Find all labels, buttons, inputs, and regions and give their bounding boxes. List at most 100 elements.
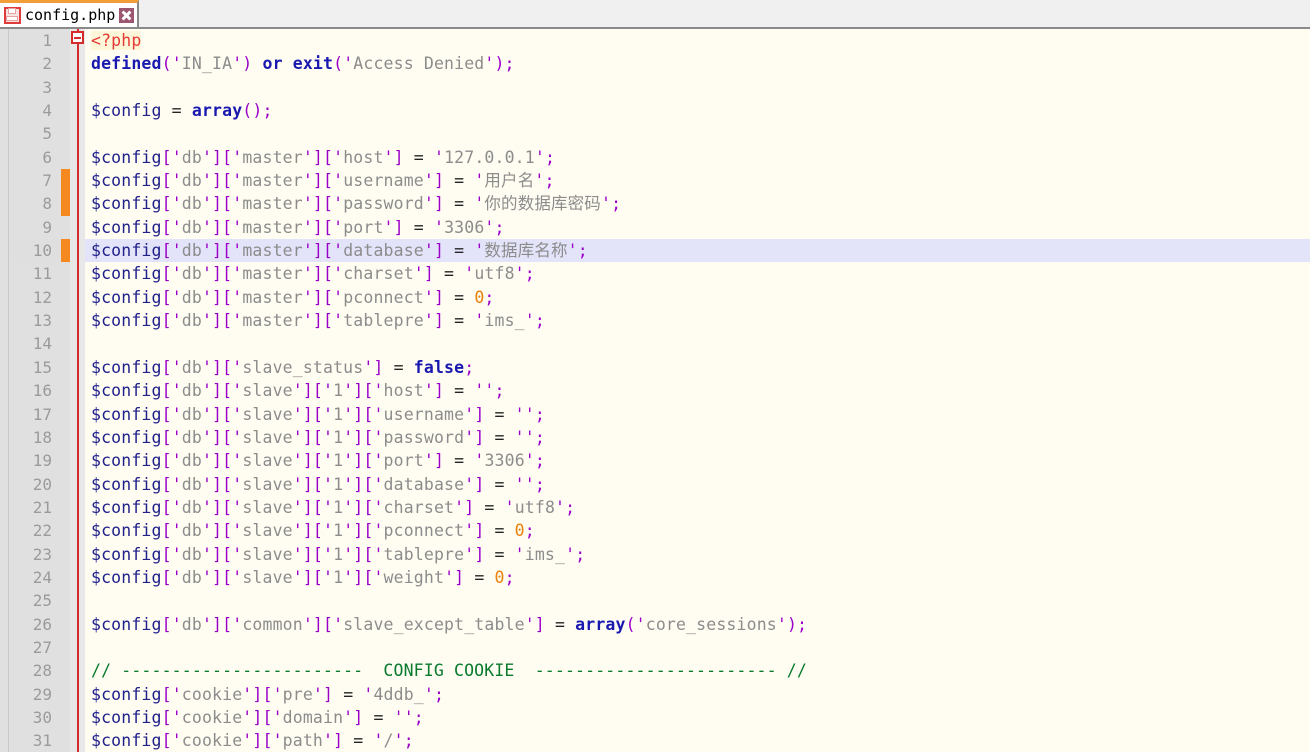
code-line[interactable]: 26 $config['db']['common']['slave_except_…: [0, 612, 1310, 636]
code-line[interactable]: 9 $config['db']['master']['port'] = '3306…: [0, 215, 1310, 240]
code-fold-gutter[interactable]: [70, 75, 85, 100]
code-text[interactable]: $config['cookie']['pre'] = '4ddb_';: [85, 683, 1310, 706]
code-fold-gutter[interactable]: [70, 332, 85, 356]
code-fold-gutter[interactable]: [70, 309, 85, 333]
code-text[interactable]: $config['db']['slave']['1']['weight'] = …: [85, 566, 1310, 589]
code-fold-gutter[interactable]: [70, 472, 85, 496]
code-text[interactable]: $config['db']['slave']['1']['host'] = ''…: [85, 379, 1310, 402]
code-fold-gutter[interactable]: [70, 519, 85, 543]
bookmark-gutter[interactable]: [0, 29, 9, 53]
code-fold-gutter[interactable]: [70, 192, 85, 216]
code-fold-gutter[interactable]: [70, 169, 85, 193]
code-fold-gutter[interactable]: [70, 285, 85, 310]
code-text[interactable]: $config['cookie']['domain'] = '';: [85, 706, 1310, 729]
bookmark-gutter[interactable]: [0, 542, 9, 566]
code-fold-gutter[interactable]: [70, 402, 85, 426]
bookmark-gutter[interactable]: [0, 355, 9, 380]
bookmark-gutter[interactable]: [0, 402, 9, 426]
code-fold-gutter[interactable]: [70, 239, 85, 263]
code-line[interactable]: 6 $config['db']['master']['host'] = '127.…: [0, 145, 1310, 170]
code-fold-gutter[interactable]: [70, 705, 85, 730]
code-text[interactable]: $config['db']['master']['port'] = '3306'…: [85, 216, 1310, 239]
code-line[interactable]: 14: [0, 332, 1310, 356]
code-line[interactable]: 16 $config['db']['slave']['1']['host'] = …: [0, 379, 1310, 403]
bookmark-gutter[interactable]: [0, 565, 9, 590]
code-fold-gutter[interactable]: [70, 729, 85, 752]
code-text[interactable]: $config['db']['master']['database'] = '数…: [85, 239, 1310, 263]
bookmark-gutter[interactable]: [0, 635, 9, 660]
code-text[interactable]: [85, 122, 1310, 145]
bookmark-gutter[interactable]: [0, 659, 9, 683]
code-line[interactable]: 17 $config['db']['slave']['1']['username'…: [0, 402, 1310, 426]
bookmark-gutter[interactable]: [0, 425, 9, 450]
code-fold-gutter[interactable]: [70, 262, 85, 286]
code-fold-gutter[interactable]: [70, 52, 85, 76]
code-line[interactable]: 5: [0, 122, 1310, 146]
code-line[interactable]: 15 $config['db']['slave_status'] = false;: [0, 355, 1310, 380]
bookmark-gutter[interactable]: [0, 52, 9, 76]
code-fold-gutter[interactable]: [70, 425, 85, 450]
code-line[interactable]: 11 $config['db']['master']['charset'] = '…: [0, 262, 1310, 286]
code-fold-gutter[interactable]: [70, 99, 85, 123]
code-text[interactable]: $config['db']['slave']['1']['pconnect'] …: [85, 519, 1310, 542]
code-text[interactable]: $config['db']['master']['username'] = '用…: [85, 169, 1310, 192]
bookmark-gutter[interactable]: [0, 215, 9, 240]
code-fold-gutter[interactable]: [70, 612, 85, 636]
code-line[interactable]: 21 $config['db']['slave']['1']['charset']…: [0, 495, 1310, 520]
bookmark-gutter[interactable]: [0, 239, 9, 263]
code-fold-gutter[interactable]: [70, 589, 85, 613]
code-line[interactable]: 29 $config['cookie']['pre'] = '4ddb_';: [0, 682, 1310, 706]
code-text[interactable]: $config = array();: [85, 99, 1310, 122]
bookmark-gutter[interactable]: [0, 122, 9, 146]
code-text[interactable]: $config['db']['slave_status'] = false;: [85, 356, 1310, 379]
code-editor[interactable]: 1 <?php 2 defined('IN_IA') or exit('Access …: [0, 29, 1310, 752]
bookmark-gutter[interactable]: [0, 589, 9, 613]
code-text[interactable]: $config['db']['slave']['1']['charset'] =…: [85, 496, 1310, 519]
code-text[interactable]: $config['db']['slave']['1']['database'] …: [85, 473, 1310, 496]
bookmark-gutter[interactable]: [0, 309, 9, 333]
bookmark-gutter[interactable]: [0, 519, 9, 543]
bookmark-gutter[interactable]: [0, 612, 9, 636]
code-line[interactable]: 19 $config['db']['slave']['1']['port'] = …: [0, 449, 1310, 473]
code-line[interactable]: 22 $config['db']['slave']['1']['pconnect'…: [0, 519, 1310, 543]
code-text[interactable]: $config['db']['master']['host'] = '127.0…: [85, 146, 1310, 169]
bookmark-gutter[interactable]: [0, 379, 9, 403]
code-text[interactable]: <?php: [85, 29, 1310, 52]
bookmark-gutter[interactable]: [0, 705, 9, 730]
code-text[interactable]: $config['db']['master']['charset'] = 'ut…: [85, 262, 1310, 285]
code-line[interactable]: 20 $config['db']['slave']['1']['database'…: [0, 472, 1310, 496]
bookmark-gutter[interactable]: [0, 145, 9, 170]
code-fold-gutter[interactable]: [70, 215, 85, 240]
code-line[interactable]: 27: [0, 635, 1310, 660]
code-text[interactable]: $config['db']['master']['password'] = '你…: [85, 192, 1310, 215]
code-fold-gutter[interactable]: [70, 542, 85, 566]
bookmark-gutter[interactable]: [0, 192, 9, 216]
code-text[interactable]: $config['db']['slave']['1']['tablepre'] …: [85, 543, 1310, 566]
code-fold-gutter[interactable]: [70, 379, 85, 403]
fold-collapse-icon[interactable]: [71, 31, 84, 44]
code-fold-gutter[interactable]: [70, 449, 85, 473]
code-line[interactable]: 10 $config['db']['master']['database'] = …: [0, 239, 1310, 263]
bookmark-gutter[interactable]: [0, 285, 9, 310]
code-line[interactable]: 28 // ------------------------ CONFIG COO…: [0, 659, 1310, 683]
code-text[interactable]: $config['db']['master']['tablepre'] = 'i…: [85, 309, 1310, 332]
code-text[interactable]: $config['db']['slave']['1']['username'] …: [85, 403, 1310, 426]
bookmark-gutter[interactable]: [0, 262, 9, 286]
code-text[interactable]: $config['db']['master']['pconnect'] = 0;: [85, 286, 1310, 309]
code-text[interactable]: $config['db']['common']['slave_except_ta…: [85, 613, 1310, 636]
bookmark-gutter[interactable]: [0, 332, 9, 356]
code-fold-gutter[interactable]: [70, 659, 85, 683]
bookmark-gutter[interactable]: [0, 682, 9, 706]
code-line[interactable]: 18 $config['db']['slave']['1']['password'…: [0, 425, 1310, 450]
code-text[interactable]: [85, 76, 1310, 99]
code-text[interactable]: $config['cookie']['path'] = '/';: [85, 729, 1310, 752]
code-text[interactable]: // ------------------------ CONFIG COOKI…: [85, 659, 1310, 682]
close-icon[interactable]: [119, 7, 135, 23]
code-fold-gutter[interactable]: [70, 635, 85, 660]
bookmark-gutter[interactable]: [0, 75, 9, 100]
code-text[interactable]: [85, 332, 1310, 355]
code-line[interactable]: 2 defined('IN_IA') or exit('Access Denied…: [0, 52, 1310, 76]
code-line[interactable]: 24 $config['db']['slave']['1']['weight'] …: [0, 565, 1310, 590]
code-text[interactable]: $config['db']['slave']['1']['password'] …: [85, 426, 1310, 449]
code-fold-gutter[interactable]: [70, 682, 85, 706]
